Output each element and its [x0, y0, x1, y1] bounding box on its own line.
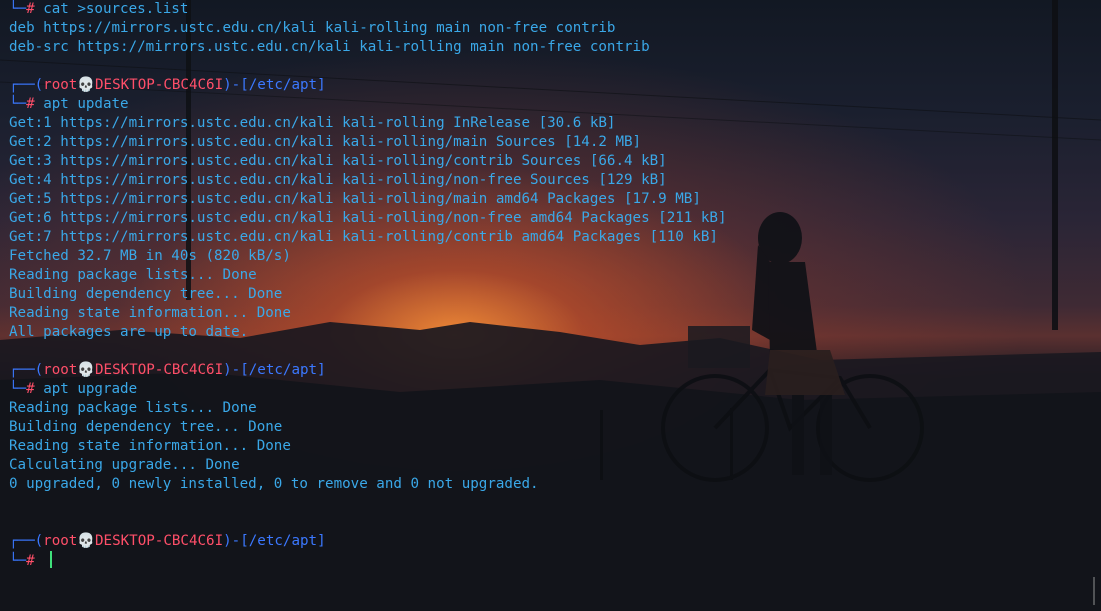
prompt-prefix: └─ — [9, 1, 27, 17]
output-line: Calculating upgrade... Done — [9, 457, 240, 473]
output-line: 0 upgraded, 0 newly installed, 0 to remo… — [9, 476, 539, 492]
command-text: cat >sources.list — [43, 1, 189, 17]
output-line: Reading package lists... Done — [9, 267, 257, 283]
output-line: Get:4 https://mirrors.ustc.edu.cn/kali k… — [9, 172, 667, 188]
prompt-path: /etc/apt — [248, 362, 318, 378]
skull-icon: 💀 — [77, 362, 96, 378]
prompt-path: /etc/apt — [248, 77, 318, 93]
command-text: apt update — [43, 96, 129, 112]
output-line: deb-src https://mirrors.ustc.edu.cn/kali… — [9, 39, 650, 55]
prompt-open: ┌──( — [9, 362, 44, 378]
output-line: Get:1 https://mirrors.ustc.edu.cn/kali k… — [9, 115, 616, 131]
prompt-prefix: └─ — [9, 381, 27, 397]
prompt-separator: )-[ — [223, 533, 249, 549]
prompt-close: ] — [317, 362, 326, 378]
prompt-prefix: └─ — [9, 553, 27, 569]
fence-post — [730, 408, 733, 480]
text-cursor — [50, 551, 53, 568]
output-line: Get:3 https://mirrors.ustc.edu.cn/kali k… — [9, 153, 667, 169]
terminal-scrollbar[interactable] — [1089, 0, 1101, 611]
output-line: Reading state information... Done — [9, 438, 291, 454]
utility-pole-right — [1052, 0, 1058, 330]
output-line: Get:7 https://mirrors.ustc.edu.cn/kali k… — [9, 229, 718, 245]
prompt-prefix: └─ — [9, 96, 27, 112]
output-line: Get:2 https://mirrors.ustc.edu.cn/kali k… — [9, 134, 642, 150]
prompt-host: DESKTOP-CBC4C6I — [95, 533, 224, 549]
prompt-separator: )-[ — [223, 77, 249, 93]
output-line: Get:5 https://mirrors.ustc.edu.cn/kali k… — [9, 191, 701, 207]
output-line: Get:6 https://mirrors.ustc.edu.cn/kali k… — [9, 210, 727, 226]
output-line: Reading package lists... Done — [9, 400, 257, 416]
skull-icon: 💀 — [77, 533, 96, 549]
output-line: Building dependency tree... Done — [9, 419, 283, 435]
output-line: Fetched 32.7 MB in 40s (820 kB/s) — [9, 248, 291, 264]
command-line: └─# apt upgrade — [9, 380, 727, 399]
prompt-hash: # — [26, 96, 35, 112]
shell-prompt: ┌──(root💀DESKTOP-CBC4C6I)-[/etc/apt] — [9, 76, 727, 95]
command-input-line[interactable]: └─# — [9, 551, 727, 570]
output-line: All packages are up to date. — [9, 324, 249, 340]
command-line: └─# apt update — [9, 95, 727, 114]
skull-icon: 💀 — [77, 77, 96, 93]
output-line: Reading state information... Done — [9, 305, 291, 321]
prompt-hash: # — [26, 1, 35, 17]
output-line: deb https://mirrors.ustc.edu.cn/kali kal… — [9, 20, 616, 36]
prompt-user: root — [43, 533, 78, 549]
prompt-hash: # — [26, 553, 35, 569]
shell-prompt: ┌──(root💀DESKTOP-CBC4C6I)-[/etc/apt] — [9, 361, 727, 380]
prompt-path: /etc/apt — [248, 533, 318, 549]
prompt-host: DESKTOP-CBC4C6I — [95, 77, 224, 93]
prompt-close: ] — [317, 533, 326, 549]
prompt-user: root — [43, 77, 78, 93]
command-text: apt upgrade — [43, 381, 138, 397]
prompt-separator: )-[ — [223, 362, 249, 378]
prompt-host: DESKTOP-CBC4C6I — [95, 362, 224, 378]
command-line: └─# cat >sources.list — [9, 0, 727, 19]
prompt-open: ┌──( — [9, 533, 44, 549]
prompt-close: ] — [317, 77, 326, 93]
output-line: Building dependency tree... Done — [9, 286, 283, 302]
scrollbar-thumb[interactable] — [1093, 577, 1095, 605]
prompt-user: root — [43, 362, 78, 378]
prompt-open: ┌──( — [9, 77, 44, 93]
terminal-output[interactable]: └─# cat >sources.list deb https://mirrors… — [9, 0, 727, 570]
shell-prompt: ┌──(root💀DESKTOP-CBC4C6I)-[/etc/apt] — [9, 532, 727, 551]
prompt-hash: # — [26, 381, 35, 397]
